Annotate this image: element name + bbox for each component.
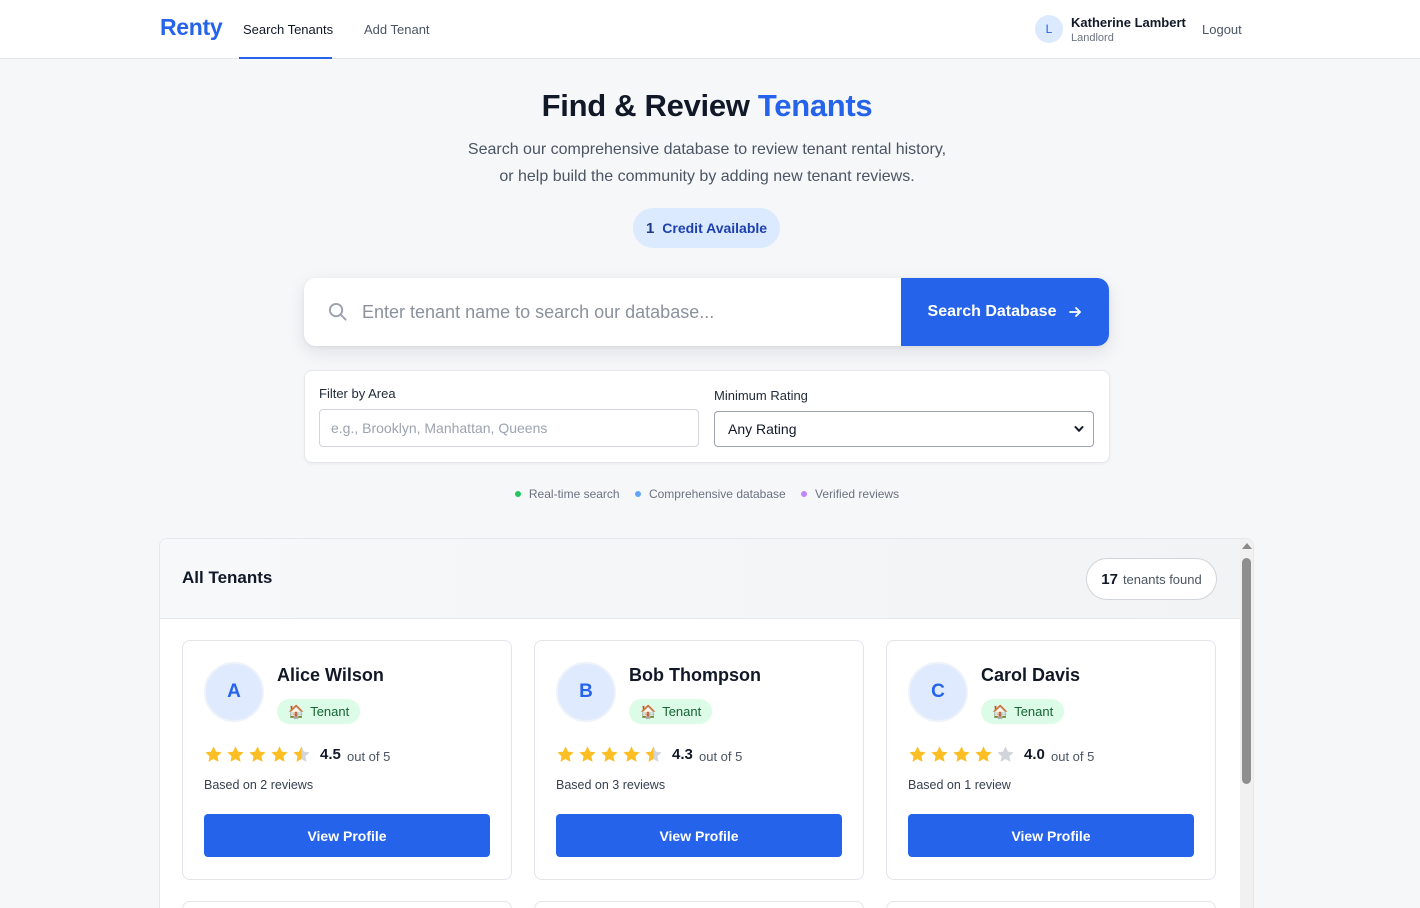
rating-filter-select[interactable]: Any Rating	[714, 411, 1094, 447]
star-filled-icon	[557, 746, 574, 762]
results-count-badge: 17 tenants found	[1086, 558, 1217, 600]
tenant-card: B Bob Thompson 🏠 Tenant 4.3 out of 5 Bas…	[534, 640, 864, 880]
view-profile-button[interactable]: View Profile	[556, 814, 842, 857]
tenant-card: A Alice Wilson 🏠 Tenant 4.5 out of 5 Bas…	[182, 640, 512, 880]
star-rating	[908, 745, 1015, 764]
rating-out-of: out of 5	[699, 749, 743, 764]
scroll-up-arrow-icon[interactable]	[1242, 543, 1252, 549]
rating-value: 4.3	[672, 746, 693, 763]
credit-label: Credit Available	[662, 220, 768, 236]
star-filled-icon	[579, 746, 596, 762]
search-input[interactable]	[352, 288, 892, 336]
star-filled-icon	[249, 746, 266, 762]
star-filled-icon	[953, 746, 970, 762]
tenant-avatar: A	[204, 662, 264, 722]
star-empty-icon	[997, 746, 1014, 762]
house-icon: 🏠	[640, 703, 657, 719]
feature-list: Real-time search Comprehensive database …	[0, 486, 1414, 501]
house-icon: 🏠	[992, 703, 1009, 719]
results-header: All Tenants 17 tenants found	[160, 539, 1240, 619]
rating-out-of: out of 5	[347, 749, 391, 764]
house-icon: 🏠	[288, 703, 305, 719]
star-half-icon	[645, 746, 662, 762]
view-profile-button[interactable]: View Profile	[204, 814, 490, 857]
page-title: Find & Review Tenants	[0, 88, 1414, 124]
search-icon	[328, 302, 347, 321]
feature-label: Comprehensive database	[648, 487, 786, 501]
tenant-badge: 🏠 Tenant	[277, 699, 361, 724]
brand-logo[interactable]: Renty	[160, 14, 223, 41]
rating-value: 4.5	[320, 746, 341, 763]
results-count: 17	[1101, 570, 1118, 588]
results-title: All Tenants	[182, 568, 273, 587]
area-filter-input[interactable]	[319, 409, 699, 447]
subtitle-line-1: Search our comprehensive database to rev…	[467, 141, 947, 158]
review-count: Based on 1 review	[908, 778, 1011, 792]
green-dot-icon	[514, 491, 521, 497]
tenant-name: Carol Davis	[981, 665, 1081, 685]
arrow-right-icon	[1069, 307, 1082, 317]
blue-dot-icon	[634, 491, 641, 497]
star-filled-icon	[975, 746, 992, 762]
user-role: Landlord	[1071, 32, 1114, 44]
rating-selected-value: Any Rating	[728, 421, 797, 437]
rating-value: 4.0	[1024, 746, 1045, 763]
star-filled-icon	[227, 746, 244, 762]
area-filter-label: Filter by Area	[319, 386, 396, 401]
tenant-card	[886, 901, 1216, 908]
star-filled-icon	[623, 746, 640, 762]
page-title-main: Find & Review	[541, 88, 758, 123]
credit-count: 1	[645, 219, 655, 237]
rating-out-of: out of 5	[1051, 749, 1095, 764]
tenant-badge: 🏠 Tenant	[629, 699, 713, 724]
logout-link[interactable]: Logout	[1202, 22, 1242, 37]
credit-badge: 1 Credit Available	[633, 208, 780, 248]
tab-add-tenant[interactable]: Add Tenant	[364, 22, 430, 37]
search-database-button[interactable]: Search Database	[901, 278, 1109, 346]
tenant-badge: 🏠 Tenant	[981, 699, 1065, 724]
feature-item: Real-time search	[514, 487, 620, 501]
page-title-accent: Tenants	[757, 88, 873, 123]
tenant-badge-label: Tenant	[662, 704, 702, 719]
user-avatar[interactable]: L	[1035, 15, 1063, 43]
star-filled-icon	[271, 746, 288, 762]
results-count-suffix: tenants found	[1122, 571, 1202, 587]
tenant-card: C Carol Davis 🏠 Tenant 4.0 out of 5 Base…	[886, 640, 1216, 880]
star-filled-icon	[931, 746, 948, 762]
tab-search-tenants[interactable]: Search Tenants	[243, 22, 333, 37]
star-rating	[204, 745, 311, 764]
tenant-card	[182, 901, 512, 908]
view-profile-button[interactable]: View Profile	[908, 814, 1194, 857]
star-filled-icon	[601, 746, 618, 762]
search-button-label: Search Database	[927, 303, 1057, 320]
rating-filter-label: Minimum Rating	[714, 388, 808, 403]
tenant-name: Bob Thompson	[629, 665, 761, 685]
review-count: Based on 3 reviews	[556, 778, 666, 792]
feature-label: Real-time search	[528, 487, 620, 501]
scrollbar-thumb[interactable]	[1242, 558, 1251, 784]
tenant-card	[534, 901, 864, 908]
star-filled-icon	[909, 746, 926, 762]
tenant-avatar: C	[908, 662, 968, 722]
results-panel: All Tenants 17 tenants found A Alice Wil…	[159, 538, 1254, 908]
purple-dot-icon	[801, 491, 808, 497]
star-filled-icon	[205, 746, 222, 762]
tenant-badge-label: Tenant	[310, 704, 350, 719]
subtitle-line-2: or help build the community by adding ne…	[499, 168, 915, 185]
top-nav: Renty Search Tenants Add Tenant L Kather…	[0, 0, 1420, 59]
star-half-icon	[293, 746, 310, 762]
chevron-down-icon	[1074, 426, 1084, 432]
page-subtitle: Search our comprehensive database to rev…	[0, 136, 1414, 190]
user-name: Katherine Lambert	[1071, 15, 1186, 30]
tenant-avatar: B	[556, 662, 616, 722]
feature-item: Verified reviews	[801, 487, 899, 501]
review-count: Based on 2 reviews	[204, 778, 314, 792]
active-tab-indicator	[239, 57, 332, 59]
feature-label: Verified reviews	[815, 487, 900, 501]
tenant-name: Alice Wilson	[277, 665, 384, 685]
tenant-badge-label: Tenant	[1014, 704, 1054, 719]
star-rating	[556, 745, 663, 764]
feature-item: Comprehensive database	[634, 487, 786, 501]
